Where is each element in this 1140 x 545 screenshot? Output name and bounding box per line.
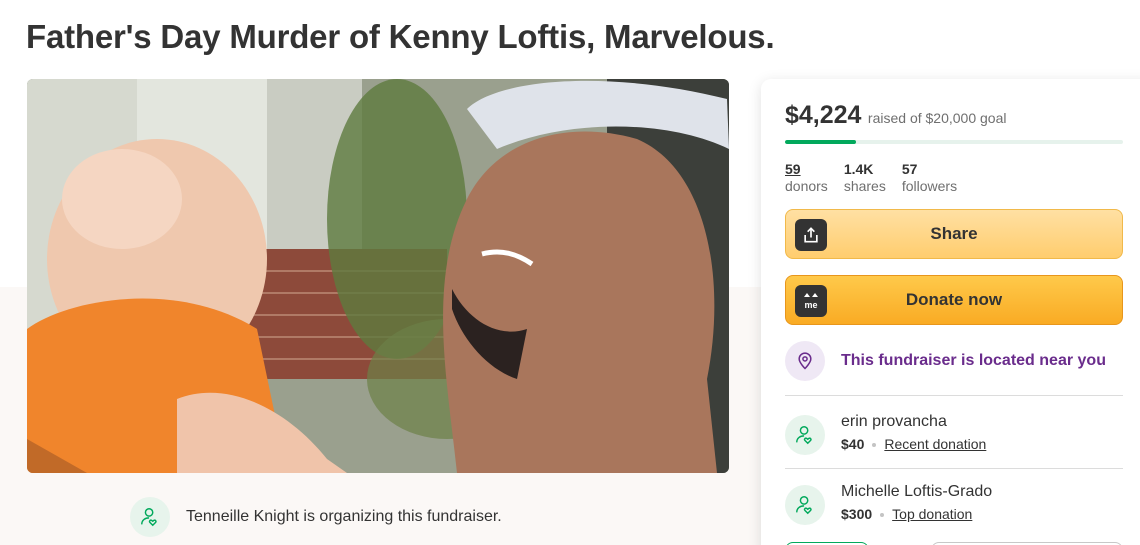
stat-followers-label: followers xyxy=(901,178,958,194)
stat-donors-label: donors xyxy=(785,178,828,194)
progress-bar xyxy=(785,140,1123,144)
amount-raised: $4,224 xyxy=(785,101,862,129)
gofundme-logo-icon: me xyxy=(795,285,827,317)
recent-donation-link[interactable]: Recent donation xyxy=(884,436,986,452)
stat-donors-value[interactable]: 59 xyxy=(785,161,828,178)
page-title: Father's Day Murder of Kenny Loftis, Mar… xyxy=(26,18,775,55)
donor-name: erin provancha xyxy=(841,413,947,430)
stats-row: 59 donors 1.4K shares 57 followers xyxy=(785,161,973,195)
donation-item: Michelle Loftis-Grado $300 Top donation xyxy=(785,482,992,525)
location-pin-icon xyxy=(785,341,825,381)
share-button-label: Share xyxy=(930,224,978,243)
goal-text: raised of $20,000 goal xyxy=(867,110,1007,126)
stat-donors[interactable]: 59 donors xyxy=(785,161,828,195)
donation-meta: $40 Recent donation xyxy=(841,435,986,453)
donor-name: Michelle Loftis-Grado xyxy=(841,483,993,500)
share-icon xyxy=(795,219,827,251)
stat-shares-value: 1.4K xyxy=(843,161,874,177)
stat-followers: 57 followers xyxy=(902,161,957,195)
progress-bar-fill xyxy=(785,140,857,144)
donation-amount: $300 xyxy=(841,506,873,522)
hero-photo-illustration xyxy=(27,79,729,473)
donation-details: Michelle Loftis-Grado $300 Top donation xyxy=(841,482,992,523)
donate-now-button-label: Donate now xyxy=(905,290,1003,309)
separator-dot xyxy=(872,443,877,448)
amount-raised-row: $4,224 raised of $20,000 goal xyxy=(785,101,1006,130)
svg-text:me: me xyxy=(804,300,817,310)
top-donation-link[interactable]: Top donation xyxy=(892,506,972,522)
share-button[interactable]: Share xyxy=(785,209,1123,259)
person-heart-icon xyxy=(785,415,825,455)
hero-photo[interactable] xyxy=(27,79,729,473)
donate-now-button[interactable]: me Donate now xyxy=(785,275,1123,325)
person-heart-icon xyxy=(130,497,170,537)
stat-shares-label: shares xyxy=(843,178,886,194)
divider xyxy=(785,395,1123,396)
stat-shares: 1.4K shares xyxy=(844,161,886,195)
donation-item: erin provancha $40 Recent donation xyxy=(785,412,986,455)
person-heart-icon xyxy=(785,485,825,525)
donation-amount: $40 xyxy=(841,436,865,452)
located-near-you-text: This fundraiser is located near you xyxy=(841,352,1106,369)
donation-details: erin provancha $40 Recent donation xyxy=(841,412,986,453)
stat-followers-value: 57 xyxy=(901,161,918,177)
donation-sidebar: $4,224 raised of $20,000 goal 59 donors … xyxy=(761,79,1140,545)
separator-dot xyxy=(880,513,885,518)
organizer-text: Tenneille Knight is organizing this fund… xyxy=(186,508,502,525)
organizer-row: Tenneille Knight is organizing this fund… xyxy=(130,497,502,537)
divider xyxy=(785,468,1123,469)
donation-meta: $300 Top donation xyxy=(841,505,992,523)
located-near-you-row: This fundraiser is located near you xyxy=(785,341,1106,381)
